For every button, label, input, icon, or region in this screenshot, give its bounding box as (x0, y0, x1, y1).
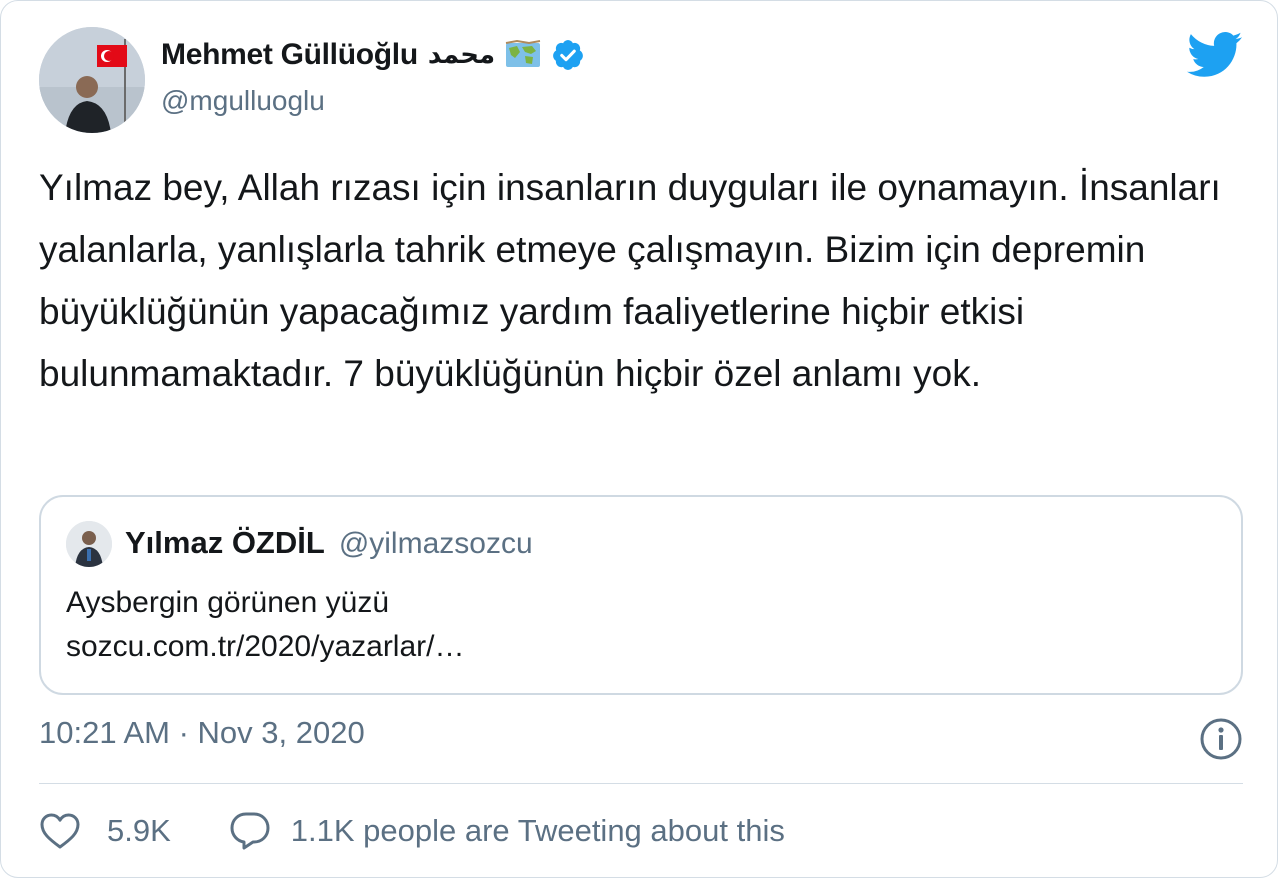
quoted-text: Aysbergin görünen yüzü (66, 586, 389, 619)
quoted-handle[interactable]: @yilmazsozcu (339, 527, 533, 561)
speech-bubble-icon[interactable] (229, 811, 271, 851)
author-handle[interactable]: @mgulluoglu (161, 85, 325, 117)
author-avatar[interactable] (39, 27, 145, 133)
quoted-display-name[interactable]: Yılmaz ÖZDİL (125, 525, 325, 561)
quoted-author-avatar[interactable] (66, 521, 112, 567)
like-count: 5.9K (107, 813, 171, 848)
tweet-timestamp[interactable]: 10:21 AM · Nov 3, 2020 (39, 715, 365, 751)
quoted-tweet[interactable]: Yılmaz ÖZDİL @yilmazsozcu Aysbergin görü… (39, 495, 1243, 695)
quoted-link[interactable]: sozcu.com.tr/2020/yazarlar/… (66, 625, 464, 669)
tweeting-about-text[interactable]: 1.1K people are Tweeting about this (291, 813, 785, 849)
author-display-name[interactable]: Mehmet Güllüoğlu (161, 38, 418, 72)
author-arabic-name: محمد (427, 40, 496, 70)
twitter-bird-icon[interactable] (1187, 31, 1243, 79)
heart-icon[interactable] (39, 812, 81, 850)
tweet-actions: 5.9K 1.1K people are Tweeting about this (39, 809, 785, 853)
verified-badge-icon (553, 40, 584, 70)
quoted-header: Yılmaz ÖZDİL @yilmazsozcu (125, 525, 533, 561)
divider (39, 783, 1243, 784)
tweet-embed-card: Mehmet Güllüoğlu محمد @mgulluoglu Yılmaz… (0, 0, 1278, 878)
reply-action[interactable]: 1.1K people are Tweeting about this (229, 811, 785, 851)
author-name-row: Mehmet Güllüoğlu محمد (161, 35, 585, 75)
world-map-icon (505, 40, 541, 67)
like-action[interactable]: 5.9K (39, 812, 229, 850)
tweet-text: Yılmaz bey, Allah rızası için insanların… (39, 167, 1232, 394)
quoted-body: Aysbergin görünen yüzü sozcu.com.tr/2020… (66, 581, 464, 669)
info-icon[interactable] (1199, 717, 1243, 761)
